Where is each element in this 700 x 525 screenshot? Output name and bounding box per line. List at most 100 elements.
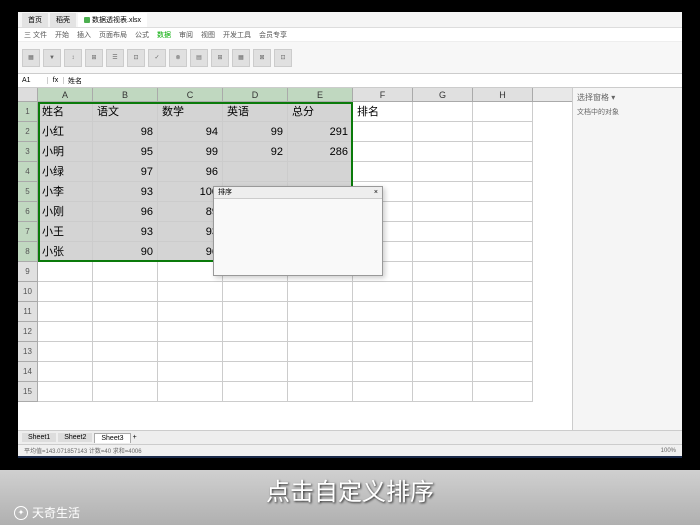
cell[interactable] [353,322,413,342]
cell[interactable]: 93 [93,222,158,242]
row-header[interactable]: 4 [18,162,38,182]
ribbon-btn[interactable]: ☰ [106,49,124,67]
menu-member[interactable]: 会员专享 [259,30,287,40]
cell[interactable] [473,142,533,162]
cell[interactable] [353,122,413,142]
cell[interactable] [38,302,93,322]
cell[interactable] [473,102,533,122]
cell[interactable]: 95 [93,142,158,162]
col-header-f[interactable]: F [353,88,413,101]
select-all-corner[interactable] [18,88,38,101]
cell[interactable] [473,182,533,202]
col-header-d[interactable]: D [223,88,288,101]
cell[interactable]: 总分 [288,102,353,122]
cell[interactable] [158,322,223,342]
col-header-c[interactable]: C [158,88,223,101]
menu-dev[interactable]: 开发工具 [223,30,251,40]
cell[interactable] [93,282,158,302]
row-header[interactable]: 15 [18,382,38,402]
cell[interactable] [353,302,413,322]
formula-input[interactable]: 姓名 [64,76,682,86]
cell[interactable]: 小李 [38,182,93,202]
ribbon-btn[interactable]: ✓ [148,49,166,67]
cell[interactable] [158,302,223,322]
cell[interactable] [288,342,353,362]
cell[interactable] [353,162,413,182]
cell[interactable] [473,362,533,382]
sheet-tab[interactable]: Sheet2 [58,433,92,442]
menu-view[interactable]: 视图 [201,30,215,40]
cell[interactable]: 小红 [38,122,93,142]
cell[interactable] [413,302,473,322]
cell[interactable]: 92 [223,142,288,162]
menu-review[interactable]: 审阅 [179,30,193,40]
cell[interactable]: 97 [93,162,158,182]
cell[interactable] [353,342,413,362]
cell[interactable] [93,342,158,362]
cell[interactable] [413,142,473,162]
cell[interactable] [288,282,353,302]
cell[interactable] [158,342,223,362]
add-sheet-button[interactable]: + [133,434,137,441]
cell[interactable] [38,322,93,342]
menu-start[interactable]: 开始 [55,30,69,40]
menu-file[interactable]: 三 文件 [24,30,47,40]
cell[interactable]: 英语 [223,102,288,122]
cell[interactable] [158,382,223,402]
col-header-h[interactable]: H [473,88,533,101]
cell[interactable] [38,382,93,402]
cell[interactable] [288,162,353,182]
cell[interactable] [413,182,473,202]
cell[interactable] [223,382,288,402]
cell[interactable]: 99 [158,142,223,162]
cell[interactable] [223,362,288,382]
row-header[interactable]: 6 [18,202,38,222]
cell[interactable] [413,242,473,262]
fx-icon[interactable]: fx [48,77,64,84]
menu-layout[interactable]: 页面布局 [99,30,127,40]
close-icon[interactable]: × [374,187,378,198]
cell[interactable] [38,342,93,362]
cell[interactable]: 96 [158,162,223,182]
cell[interactable]: 96 [93,202,158,222]
cell[interactable]: 姓名 [38,102,93,122]
cell[interactable] [473,302,533,322]
row-header[interactable]: 5 [18,182,38,202]
cell[interactable]: 小绿 [38,162,93,182]
col-header-g[interactable]: G [413,88,473,101]
cell[interactable] [93,382,158,402]
cell[interactable]: 排名 [353,102,413,122]
cell[interactable] [223,162,288,182]
cell[interactable] [93,362,158,382]
cell[interactable] [288,322,353,342]
cell[interactable] [413,162,473,182]
col-header-b[interactable]: B [93,88,158,101]
ribbon-btn[interactable]: ⊡ [127,49,145,67]
row-header[interactable]: 8 [18,242,38,262]
sort-dialog[interactable]: 排序× [213,186,383,276]
file-tab[interactable]: 数据透视表.xlsx [78,13,147,27]
cell[interactable] [413,222,473,242]
cell[interactable]: 90 [93,242,158,262]
cell[interactable] [38,282,93,302]
ribbon-btn[interactable]: ⊡ [274,49,292,67]
cell[interactable]: 小张 [38,242,93,262]
row-header[interactable]: 12 [18,322,38,342]
ribbon-btn[interactable]: ⊗ [169,49,187,67]
ribbon-btn[interactable]: ▦ [22,49,40,67]
cell[interactable] [158,282,223,302]
row-header[interactable]: 2 [18,122,38,142]
cell[interactable] [413,382,473,402]
cell[interactable]: 291 [288,122,353,142]
cell[interactable] [413,322,473,342]
row-header[interactable]: 13 [18,342,38,362]
cell[interactable] [473,282,533,302]
cell-reference[interactable]: A1 [18,77,48,84]
panel-title[interactable]: 选择窗格 ▾ [577,92,678,103]
cell[interactable] [473,382,533,402]
cell[interactable]: 小明 [38,142,93,162]
cell[interactable] [473,342,533,362]
cell[interactable] [413,342,473,362]
cell[interactable] [413,282,473,302]
cell[interactable] [93,302,158,322]
